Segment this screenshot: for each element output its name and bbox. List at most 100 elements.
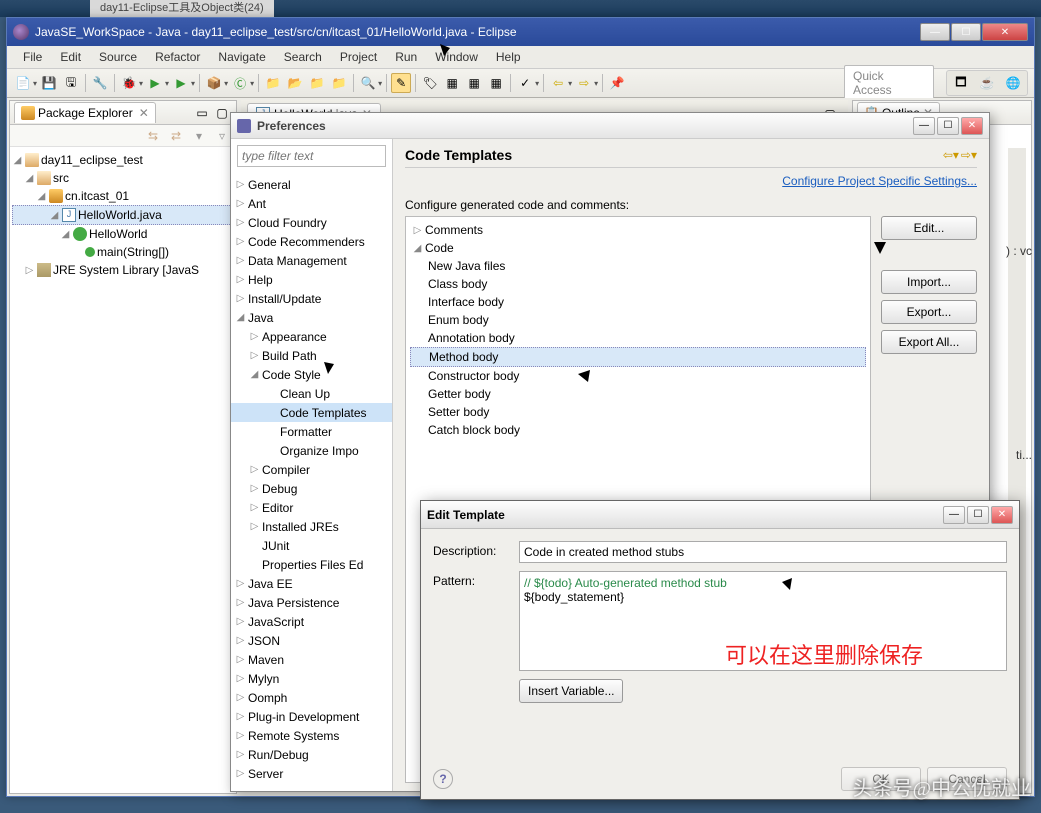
pref-tree-item[interactable]: ▷Code Recommenders [231, 232, 392, 251]
edit-minimize-button[interactable]: — [943, 506, 965, 524]
filter-input[interactable] [237, 145, 386, 167]
class-node[interactable]: ◢HelloWorld [12, 225, 234, 243]
menu-file[interactable]: File [15, 47, 50, 67]
link-editor-icon[interactable]: ⇄ [166, 126, 186, 146]
import-button[interactable]: Import... [881, 270, 977, 294]
view-menu-icon[interactable]: ▿ [212, 126, 232, 146]
minimize-view-icon[interactable]: ▭ [192, 103, 212, 123]
template-item[interactable]: Setter body [410, 403, 866, 421]
pref-tree-item[interactable]: Properties Files Ed [231, 555, 392, 574]
maximize-button[interactable]: ☐ [951, 23, 981, 41]
template-item[interactable]: Class body [410, 275, 866, 293]
close-tab-icon[interactable]: ✕ [139, 106, 149, 120]
tool-icon[interactable]: 🔧 [90, 73, 110, 93]
pref-tree-item[interactable]: ▷Help [231, 270, 392, 289]
pref-tree-item[interactable]: Formatter [231, 422, 392, 441]
highlighter-icon[interactable]: ✎ [391, 73, 411, 93]
pref-tree-item[interactable]: ▷Run/Debug [231, 745, 392, 764]
new-pkg-icon[interactable]: 📦 [204, 73, 224, 93]
new-class-icon[interactable]: Ⓒ [230, 73, 250, 93]
insert-variable-button[interactable]: Insert Variable... [519, 679, 623, 703]
project-node[interactable]: ◢day11_eclipse_test [12, 151, 234, 169]
pref-tree-item[interactable]: ▷Java Persistence [231, 593, 392, 612]
menu-search[interactable]: Search [276, 47, 330, 67]
menu-help[interactable]: Help [488, 47, 529, 67]
menu-window[interactable]: Window [427, 47, 486, 67]
java-perspective-icon[interactable]: ☕ [977, 73, 997, 93]
edit-button[interactable]: Edit... [881, 216, 977, 240]
edit-close-button[interactable]: ✕ [991, 506, 1013, 524]
folder4-icon[interactable]: 📁 [329, 73, 349, 93]
perspective-open-icon[interactable]: 🗖 [951, 73, 971, 93]
java-file-node[interactable]: ◢JHelloWorld.java [12, 205, 234, 225]
template-item[interactable]: Annotation body [410, 329, 866, 347]
pref-tree-item[interactable]: ▷Install/Update [231, 289, 392, 308]
save-all-icon[interactable]: 🖫 [61, 73, 81, 93]
panel1-icon[interactable]: ▦ [442, 73, 462, 93]
src-node[interactable]: ◢src [12, 169, 234, 187]
description-input[interactable] [519, 541, 1007, 563]
menu-run[interactable]: Run [387, 47, 425, 67]
nav-fwd-icon[interactable]: ⇨▾ [961, 148, 977, 162]
panel2-icon[interactable]: ▦ [464, 73, 484, 93]
jre-lib-node[interactable]: ▷JRE System Library [JavaS [12, 261, 234, 279]
pref-tree-item[interactable]: Code Templates [231, 403, 392, 422]
preferences-titlebar[interactable]: Preferences — ☐ ✕ [231, 113, 989, 139]
template-item[interactable]: Catch block body [410, 421, 866, 439]
template-item[interactable]: Enum body [410, 311, 866, 329]
dialog-maximize-button[interactable]: ☐ [937, 117, 959, 135]
menu-navigate[interactable]: Navigate [210, 47, 273, 67]
tree-toggle-icon[interactable]: ▾ [189, 126, 209, 146]
template-item[interactable]: New Java files [410, 257, 866, 275]
panel3-icon[interactable]: ▦ [486, 73, 506, 93]
template-item[interactable]: Constructor body [410, 367, 866, 385]
package-node[interactable]: ◢cn.itcast_01 [12, 187, 234, 205]
forward-icon[interactable]: ⇨ [574, 73, 594, 93]
close-button[interactable]: ✕ [982, 23, 1028, 41]
nav-back-icon[interactable]: ⇦▾ [943, 148, 959, 162]
menu-refactor[interactable]: Refactor [147, 47, 208, 67]
export-all-button[interactable]: Export All... [881, 330, 977, 354]
search-icon[interactable]: 🔍 [358, 73, 378, 93]
back-icon[interactable]: ⇦ [548, 73, 568, 93]
minimize-button[interactable]: — [920, 23, 950, 41]
folder2-icon[interactable]: 📂 [285, 73, 305, 93]
folder3-icon[interactable]: 📁 [307, 73, 327, 93]
preferences-tree[interactable]: ▷General▷Ant▷Cloud Foundry▷Code Recommen… [231, 173, 392, 791]
package-explorer-tab[interactable]: Package Explorer ✕ [14, 102, 156, 123]
pref-tree-item[interactable]: ▷Ant [231, 194, 392, 213]
method-node[interactable]: main(String[]) [12, 243, 234, 261]
pref-tree-item[interactable]: ▷Cloud Foundry [231, 213, 392, 232]
pref-tree-item[interactable]: ▷General [231, 175, 392, 194]
menu-edit[interactable]: Edit [52, 47, 89, 67]
template-item[interactable]: Method body [410, 347, 866, 367]
new-icon[interactable]: 📄 [13, 73, 33, 93]
pin-icon[interactable]: 📌 [607, 73, 627, 93]
quick-access[interactable]: Quick Access [844, 65, 934, 101]
pref-tree-item[interactable]: ▷Editor [231, 498, 392, 517]
help-icon[interactable]: ? [433, 769, 453, 789]
pref-tree-item[interactable]: ▷JSON [231, 631, 392, 650]
dialog-minimize-button[interactable]: — [913, 117, 935, 135]
debug-icon[interactable]: 🐞 [119, 73, 139, 93]
code-node[interactable]: ◢Code [410, 239, 866, 257]
tag-icon[interactable]: 🏷 [420, 73, 440, 93]
menu-source[interactable]: Source [91, 47, 145, 67]
pref-tree-item[interactable]: ▷Appearance [231, 327, 392, 346]
comments-node[interactable]: ▷Comments [410, 221, 866, 239]
pref-tree-item[interactable]: ▷Data Management [231, 251, 392, 270]
menu-project[interactable]: Project [332, 47, 385, 67]
pref-tree-item[interactable]: ◢Code Style [231, 365, 392, 384]
pref-tree-item[interactable]: ▷Remote Systems [231, 726, 392, 745]
export-button[interactable]: Export... [881, 300, 977, 324]
pref-tree-item[interactable]: ▷Server [231, 764, 392, 783]
pref-tree-item[interactable]: ▷Build Path [231, 346, 392, 365]
folder1-icon[interactable]: 📁 [263, 73, 283, 93]
save-icon[interactable]: 💾 [39, 73, 59, 93]
collapse-all-icon[interactable]: ⇆ [143, 126, 163, 146]
pref-tree-item[interactable]: Organize Impo [231, 441, 392, 460]
template-item[interactable]: Interface body [410, 293, 866, 311]
task-icon[interactable]: ✓ [515, 73, 535, 93]
edit-template-titlebar[interactable]: Edit Template — ☐ ✕ [421, 501, 1019, 529]
pref-tree-item[interactable]: ▷Oomph [231, 688, 392, 707]
